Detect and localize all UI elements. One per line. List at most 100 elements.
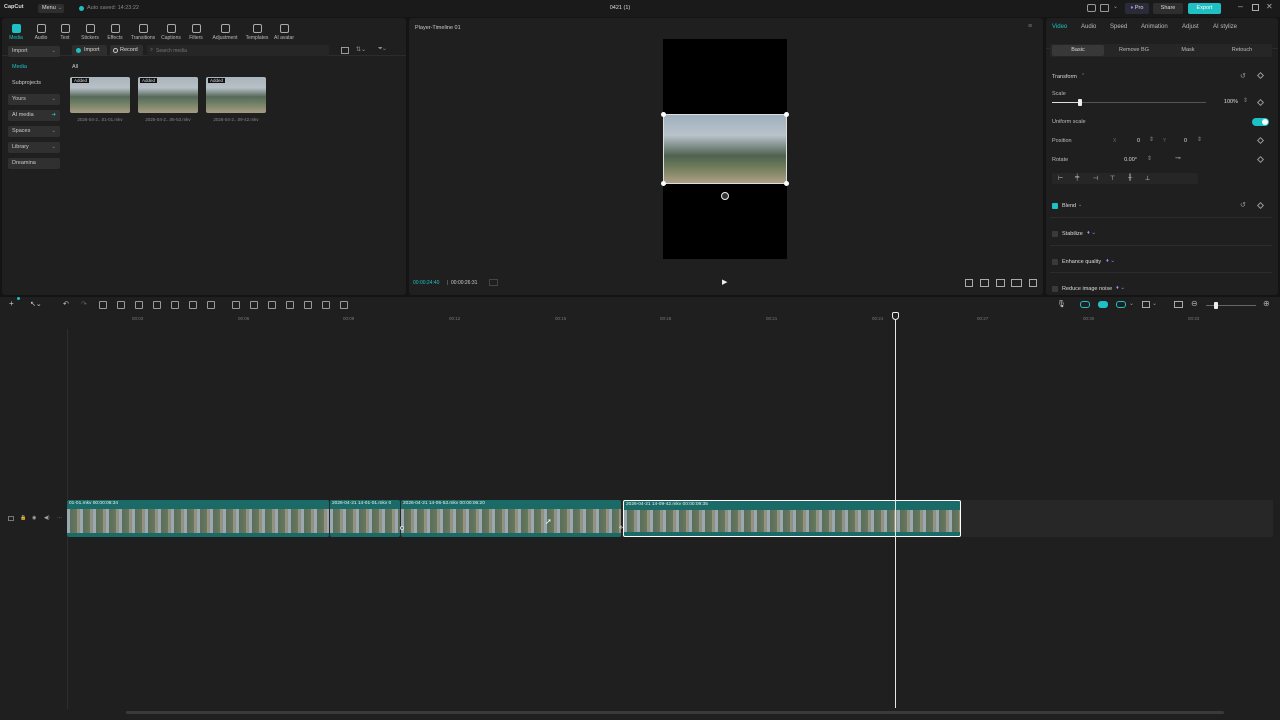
preview-axis-icon[interactable] — [1116, 301, 1126, 308]
microphone-icon[interactable]: 🎙 — [1057, 300, 1066, 308]
stepper-icon[interactable]: ⇕ — [1147, 155, 1152, 162]
sort-icon[interactable]: ⇅⌄ — [356, 46, 366, 53]
chevron-down-icon[interactable]: ⌄ — [1078, 202, 1082, 208]
position-x-value[interactable]: 0 — [1120, 138, 1140, 144]
resize-handle[interactable] — [661, 181, 666, 186]
playhead-handle[interactable] — [892, 312, 899, 320]
import-button[interactable]: Import — [72, 45, 107, 56]
sidebar-item-media[interactable]: Media — [8, 62, 60, 73]
scale-slider-knob[interactable] — [1077, 99, 1082, 106]
view-toggle-icon[interactable] — [341, 47, 349, 54]
close-icon[interactable]: ✕ — [1266, 2, 1273, 11]
menu-button[interactable]: Menu ⌄ — [38, 4, 64, 13]
media-search[interactable]: ⌕ — [147, 45, 329, 56]
image-icon[interactable] — [322, 301, 330, 309]
delete-icon[interactable] — [153, 301, 161, 309]
subtab-mask[interactable]: Mask — [1162, 45, 1214, 56]
align-center-h-icon[interactable]: ╪ — [1075, 175, 1079, 181]
subtab-basic[interactable]: Basic — [1052, 45, 1104, 56]
reset-icon[interactable]: ↺ — [1240, 72, 1246, 80]
share-button[interactable]: Share — [1153, 3, 1183, 14]
sidebar-item-ai-media[interactable]: AI media ➜ — [8, 110, 60, 121]
capture-icon[interactable] — [304, 301, 312, 309]
shortcuts-icon[interactable] — [1087, 4, 1096, 12]
filter-icon[interactable]: ⏷⌄ — [378, 46, 386, 53]
media-thumbnail[interactable]: Added — [206, 77, 266, 113]
blend-checkbox[interactable] — [1052, 203, 1058, 209]
ai-cut-icon[interactable] — [286, 301, 294, 309]
preview-video-frame[interactable] — [661, 112, 789, 186]
timeline-clip-selected[interactable]: 2026-04-21 14-09-42.mkv 00:00:09:35 — [623, 500, 961, 537]
layout-icon[interactable] — [1100, 4, 1109, 12]
timecode-format-icon[interactable] — [489, 279, 498, 286]
crop-icon[interactable] — [189, 301, 197, 309]
align-bottom-icon[interactable]: ⊥ — [1145, 175, 1150, 182]
split-right-icon[interactable] — [135, 301, 143, 309]
magnet-icon[interactable] — [1080, 301, 1090, 308]
chevron-up-icon[interactable]: ⌃ — [1081, 73, 1085, 79]
resize-handle[interactable] — [784, 112, 789, 117]
rotate-value[interactable]: 0.00° — [1112, 157, 1137, 163]
align-top-icon[interactable]: ⊤ — [1110, 175, 1115, 182]
resize-handle[interactable] — [661, 112, 666, 117]
tab-video[interactable]: Video — [1052, 24, 1067, 30]
lock-icon[interactable]: 🔒 — [20, 515, 26, 521]
maximize-icon[interactable] — [1252, 4, 1259, 11]
snap-icon[interactable] — [1142, 301, 1150, 308]
more-icon[interactable]: ⋯ — [57, 515, 62, 521]
zoom-icon[interactable] — [996, 279, 1005, 287]
scale-value[interactable]: 100% — [1212, 99, 1238, 105]
reduce-noise-checkbox[interactable] — [1052, 286, 1058, 292]
eye-icon[interactable]: ◉ — [32, 515, 36, 521]
reverse-icon[interactable] — [250, 301, 258, 309]
stepper-icon[interactable]: ⇕ — [1197, 136, 1202, 143]
fullscreen-icon[interactable] — [1029, 279, 1037, 287]
record-button[interactable]: Record — [110, 45, 143, 56]
track-cover-icon[interactable] — [8, 516, 14, 521]
stabilize-checkbox[interactable] — [1052, 231, 1058, 237]
play-icon[interactable]: ▶ — [722, 278, 727, 286]
align-left-icon[interactable]: ⊢ — [1058, 175, 1063, 182]
search-input[interactable] — [156, 46, 316, 55]
reset-icon[interactable]: ↺ — [1240, 201, 1246, 209]
player-menu-icon[interactable]: ≡ — [1028, 23, 1032, 30]
playhead[interactable] — [895, 314, 896, 708]
media-filter-all[interactable]: All — [72, 64, 78, 70]
timeline-clip[interactable]: 01-01.mkv 00:00:08:34 — [67, 500, 329, 537]
export-button[interactable]: Export — [1188, 3, 1221, 14]
zoom-slider[interactable] — [1206, 302, 1256, 309]
ai-effect-icon[interactable] — [340, 301, 348, 309]
sidebar-item-subprojects[interactable]: Subprojects — [8, 78, 60, 89]
pro-button[interactable]: ♦ Pro — [1125, 3, 1149, 14]
caption-track-icon[interactable] — [1174, 301, 1183, 308]
timeline-clip[interactable]: 2026-04-21 14-06-53.mkv 00:00:06:20 — [401, 500, 621, 537]
flip-icon[interactable]: ⊸ — [1175, 154, 1181, 162]
stepper-icon[interactable]: ⇕ — [1243, 97, 1248, 104]
stepper-icon[interactable]: ⇕ — [1149, 136, 1154, 143]
tab-ai-stylize[interactable]: AI stylize — [1213, 24, 1237, 30]
tab-audio[interactable]: Audio — [1081, 24, 1096, 30]
transition-marker-icon[interactable] — [400, 526, 404, 530]
redo-icon[interactable]: ↷ — [81, 300, 87, 308]
media-thumbnail[interactable]: Added — [138, 77, 198, 113]
align-center-v-icon[interactable]: ╫ — [1128, 175, 1132, 181]
marker-icon[interactable] — [171, 301, 179, 309]
split-icon[interactable] — [99, 301, 107, 309]
speaker-icon[interactable]: ◀) — [44, 515, 50, 521]
link-icon[interactable] — [1098, 301, 1108, 308]
crop-icon[interactable] — [965, 279, 973, 287]
layout-dropdown-icon[interactable]: ⌄ — [1113, 3, 1118, 10]
uniform-scale-toggle[interactable] — [1252, 118, 1269, 126]
speed-icon[interactable] — [207, 301, 215, 309]
tab-adjust[interactable]: Adjust — [1182, 24, 1199, 30]
position-y-value[interactable]: 0 — [1170, 138, 1187, 144]
enhance-checkbox[interactable] — [1052, 259, 1058, 265]
sidebar-item-import[interactable]: Import ⌄ — [8, 46, 60, 57]
align-right-icon[interactable]: ⊣ — [1093, 175, 1098, 182]
transition-marker-icon[interactable]: ⟡ — [619, 525, 623, 532]
zoom-in-icon[interactable]: ⊕ — [1263, 299, 1270, 308]
rotate-handle-icon[interactable] — [721, 192, 729, 200]
zoom-out-icon[interactable]: ⊖ — [1191, 299, 1198, 308]
add-track-icon[interactable]: + — [9, 299, 14, 308]
mirror-icon[interactable] — [268, 301, 276, 309]
